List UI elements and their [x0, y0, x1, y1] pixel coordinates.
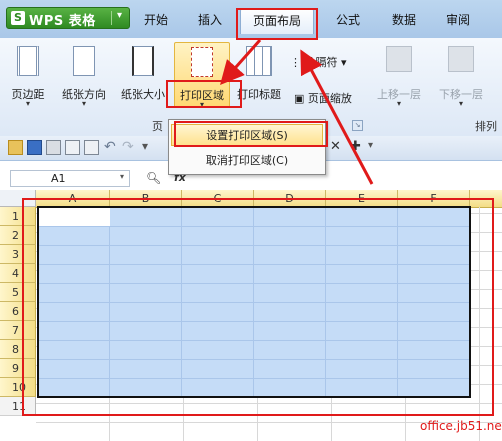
annotation-arrows [220, 39, 374, 185]
watermark: office.jb51.net [420, 419, 502, 433]
arrow-tab-to-button [220, 39, 262, 85]
arrow-grid-to-tab [300, 49, 374, 185]
